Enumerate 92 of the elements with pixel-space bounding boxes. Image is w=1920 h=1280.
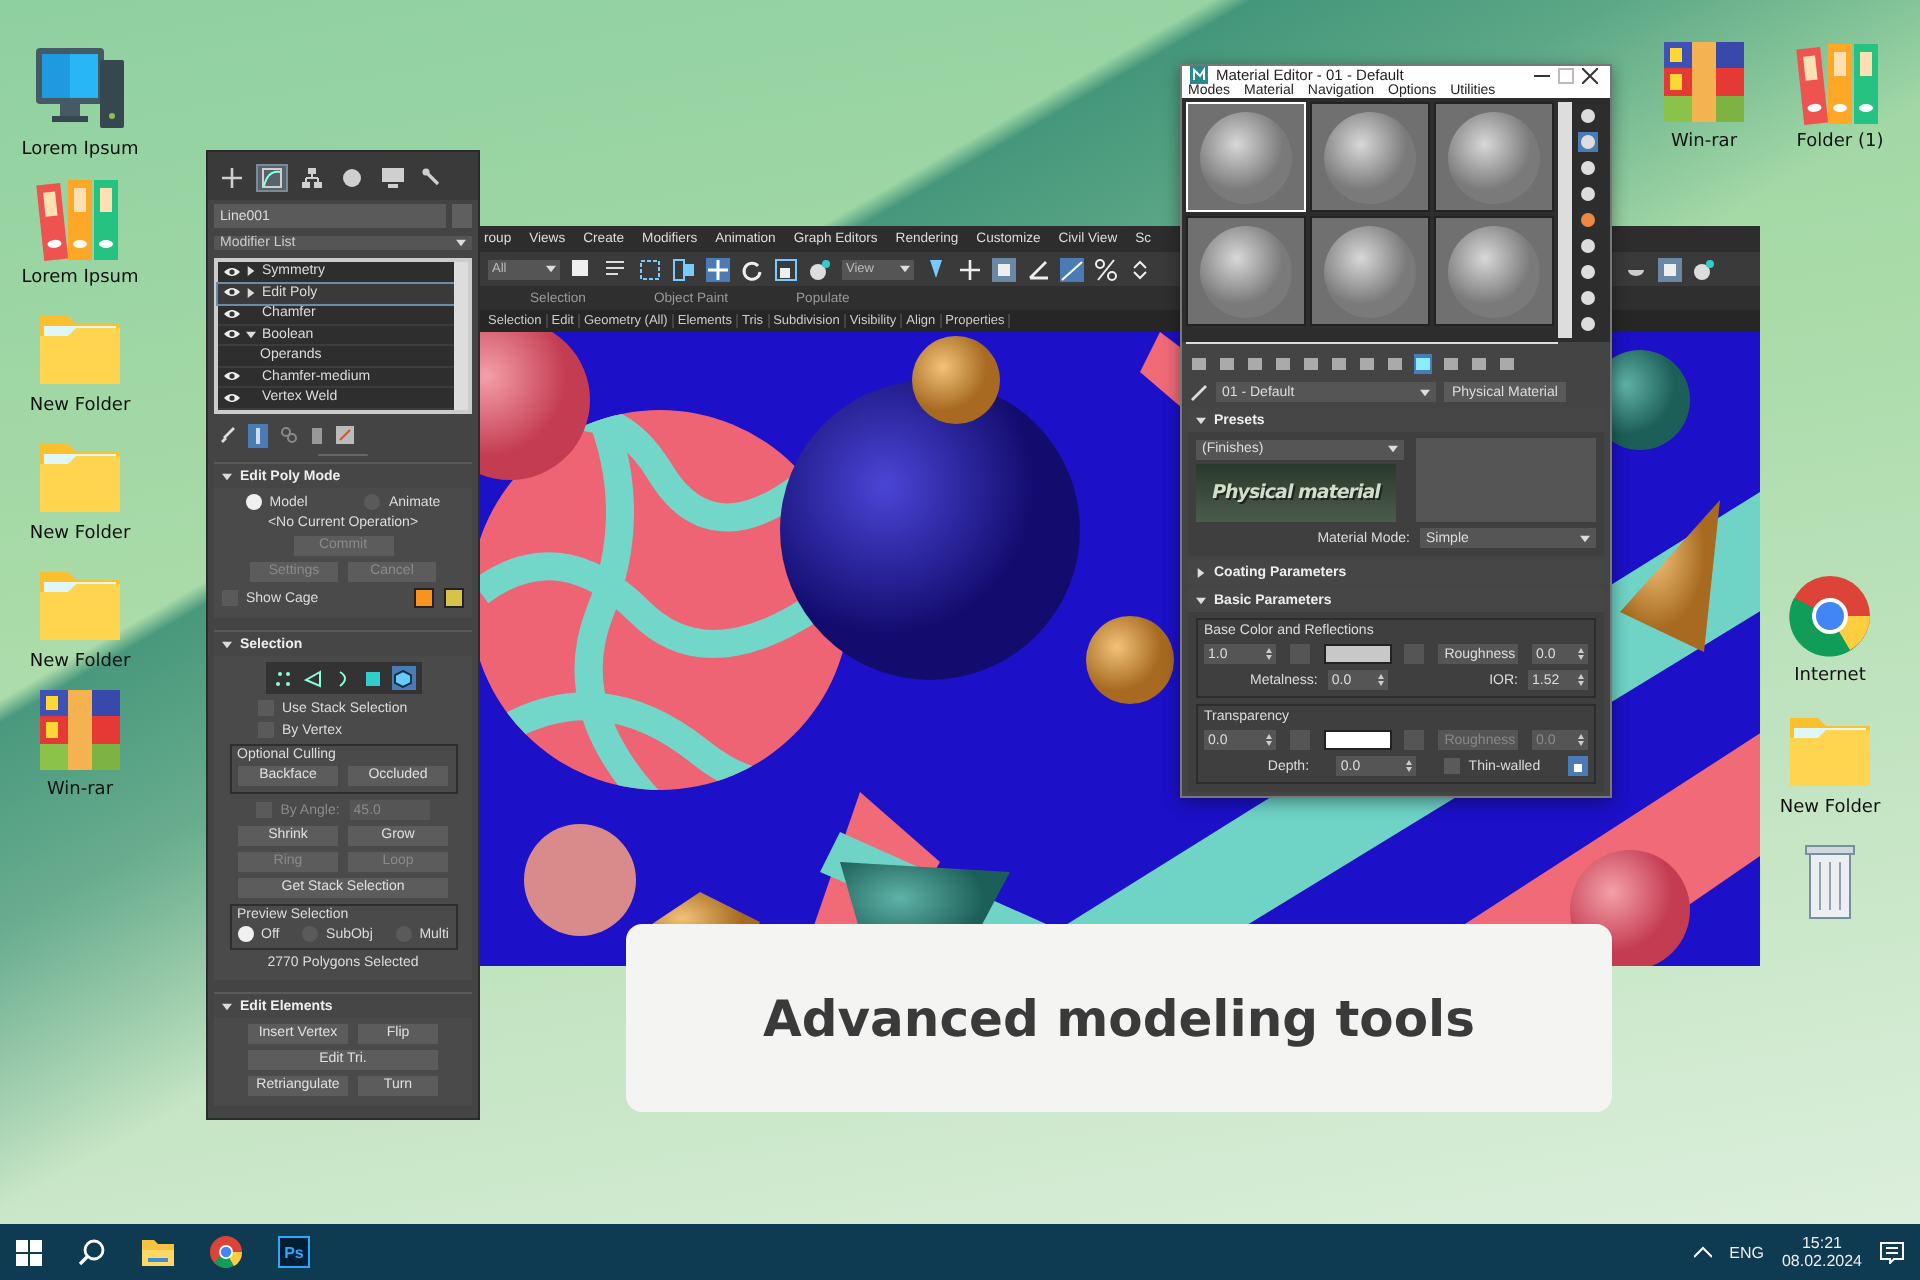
caret-icon: [456, 238, 466, 248]
move-tool-icon[interactable]: [706, 257, 730, 281]
plus-icon[interactable]: [222, 168, 242, 188]
radio-button[interactable]: [245, 494, 262, 510]
photoshop-app-icon[interactable]: Ps: [278, 1236, 310, 1268]
material-slot[interactable]: [1434, 102, 1554, 212]
place-tool-icon[interactable]: [808, 257, 832, 281]
desktop-icon-label[interactable]: New Folder: [1779, 798, 1881, 818]
sphere-preview: [1322, 223, 1418, 319]
sphere-tool-icon[interactable]: [1578, 106, 1598, 126]
eye-icon[interactable]: [224, 328, 240, 341]
eye-icon[interactable]: [224, 307, 240, 320]
clock-date[interactable]: 08.02.2024: [1781, 1252, 1862, 1270]
spinner-arrows-icon[interactable]: [1577, 648, 1584, 660]
scrollbar[interactable]: [1186, 342, 1558, 344]
eye-icon[interactable]: [224, 286, 240, 299]
scale-tool-icon[interactable]: [774, 257, 798, 281]
base-color-swatch[interactable]: [1323, 644, 1392, 664]
desktop-icon-label[interactable]: New Folder: [29, 396, 131, 416]
caret-icon: [900, 264, 910, 274]
desktop-icon-label[interactable]: Lorem Ipsum: [21, 268, 139, 288]
spinner-arrows-icon[interactable]: [1406, 760, 1413, 772]
rotate-tool-icon[interactable]: [740, 257, 764, 281]
sphere-preview: [1446, 223, 1542, 319]
folder-icon[interactable]: [142, 1238, 174, 1266]
curve-icon[interactable]: [262, 168, 282, 188]
sphere-icon[interactable]: [342, 168, 362, 188]
wrench-icon[interactable]: [422, 168, 442, 188]
object-color-swatch[interactable]: [452, 204, 472, 228]
sphere-preview: [1446, 109, 1542, 205]
desktop-icon-label[interactable]: Lorem Ipsum: [21, 140, 139, 160]
scrollbar[interactable]: [1558, 102, 1572, 338]
browser-icon[interactable]: [210, 1236, 242, 1268]
select-tool-icon[interactable]: [570, 257, 594, 281]
region-tool-icon[interactable]: [638, 257, 662, 281]
panel-tab[interactable]: [256, 164, 288, 192]
sphere-preview: [1198, 223, 1294, 319]
panel-tab[interactable]: [216, 164, 248, 192]
sphere-preview: [1198, 109, 1294, 205]
pin-icon[interactable]: [220, 426, 236, 444]
spinner-arrows-icon[interactable]: [1377, 674, 1384, 686]
color-swatch[interactable]: [414, 588, 434, 608]
scrollbar[interactable]: [454, 262, 468, 409]
spinner-tool-icon[interactable]: [1128, 257, 1152, 281]
desktop-icon-label[interactable]: Win-rar: [1670, 132, 1738, 152]
eye-icon[interactable]: [224, 391, 240, 404]
graph-tool-icon[interactable]: [1060, 257, 1084, 281]
panel-tab[interactable]: [376, 164, 408, 192]
radio-button[interactable]: [237, 926, 253, 942]
material-slot[interactable]: [1310, 216, 1430, 326]
spinner-arrows-icon[interactable]: [1266, 734, 1272, 746]
unique-icon[interactable]: [280, 426, 298, 444]
transparency-color-swatch[interactable]: [1323, 730, 1392, 750]
caret-icon: [1420, 387, 1430, 397]
angle-tool-icon[interactable]: [1026, 257, 1050, 281]
window-tool-icon[interactable]: [672, 257, 696, 281]
monitor-icon[interactable]: [381, 168, 403, 188]
caret-up-icon[interactable]: [1693, 1246, 1712, 1258]
caret-icon: [546, 264, 556, 274]
clock-time[interactable]: 15:21: [1801, 1234, 1842, 1252]
windows-start-icon[interactable]: [16, 1239, 42, 1265]
notification-icon[interactable]: [1880, 1241, 1904, 1263]
preset-thumbnail[interactable]: Physical material: [1196, 463, 1396, 521]
eyedropper-icon[interactable]: [1190, 383, 1208, 401]
material-slot[interactable]: [1310, 102, 1430, 212]
eye-icon[interactable]: [224, 370, 240, 383]
percent-tool-icon[interactable]: [1094, 257, 1118, 281]
desktop-icon-label[interactable]: Win-rar: [46, 780, 114, 800]
desktop-icon-label[interactable]: Folder (1): [1796, 132, 1884, 152]
hierarchy-icon[interactable]: [302, 168, 322, 188]
checkbox[interactable]: [1444, 758, 1461, 774]
language-indicator[interactable]: ENG: [1729, 1243, 1764, 1261]
panel-tab[interactable]: [296, 164, 328, 192]
caret-icon: [1580, 533, 1590, 543]
show-end-result-icon[interactable]: [248, 423, 268, 447]
caption-text: Advanced modeling tools: [763, 989, 1475, 1047]
sphere-preview: [1322, 109, 1418, 205]
search-icon[interactable]: [78, 1238, 106, 1266]
close-icon[interactable]: [1582, 67, 1598, 83]
material-slot[interactable]: [1434, 216, 1554, 326]
color-swatch[interactable]: [444, 588, 464, 608]
desktop-icon-label[interactable]: Internet: [1794, 666, 1866, 686]
material-slot[interactable]: [1186, 216, 1306, 326]
spinner-arrows-icon[interactable]: [1266, 648, 1272, 660]
desktop-icon-label[interactable]: New Folder: [29, 652, 131, 672]
place-tool-icon[interactable]: [1692, 257, 1716, 281]
desktop-icon-label[interactable]: New Folder: [29, 524, 131, 544]
snap-tool-icon[interactable]: [958, 257, 982, 281]
lock-icon[interactable]: [1567, 756, 1588, 776]
spinner-arrows-icon[interactable]: [1578, 674, 1584, 686]
eye-icon[interactable]: [224, 265, 240, 278]
spinner-arrows-icon[interactable]: [1577, 734, 1584, 746]
